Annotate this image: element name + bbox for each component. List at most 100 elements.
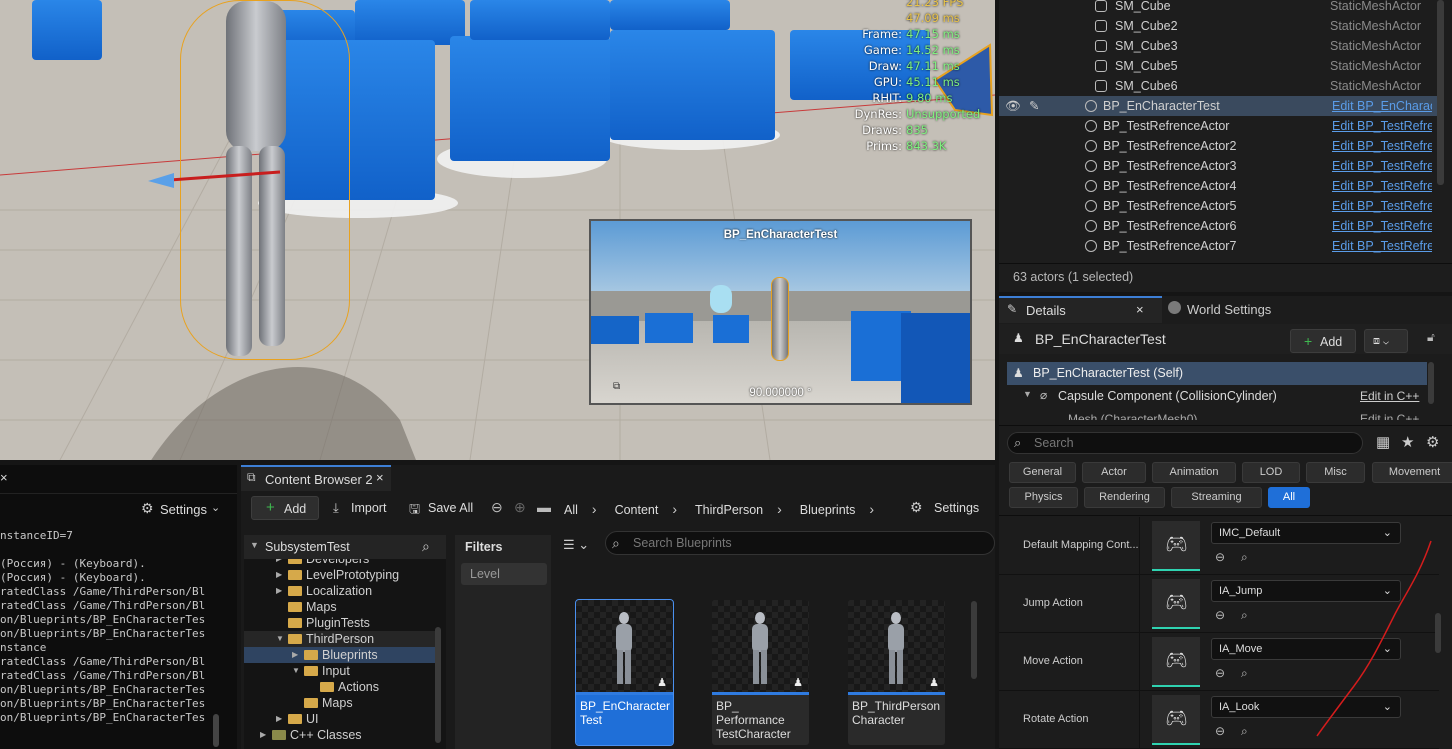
edit-blueprint-link[interactable]: Edit BP_TestRefre (1332, 176, 1432, 196)
asset-thumbnail[interactable]: 🎮︎ (1152, 637, 1200, 687)
tab-world-settings[interactable]: World Settings (1165, 296, 1315, 323)
tree-item[interactable]: Actions (244, 679, 440, 695)
tab-content-browser[interactable]: ⧉ Content Browser 2 × (241, 465, 391, 491)
component-mesh[interactable]: Mesh (CharacterMesh0) Edit in C++ (1007, 408, 1427, 420)
component-self[interactable]: ♟ BP_EnCharacterTest (Self) (1007, 362, 1427, 385)
outliner-row[interactable]: SM_Cube5 StaticMeshActor (999, 56, 1439, 76)
outliner-row[interactable]: BP_TestRefrenceActor Edit BP_TestRefre (999, 116, 1439, 136)
tree-item[interactable]: ▶ UI (244, 711, 440, 727)
asset-scrollbar[interactable] (971, 601, 977, 679)
filter-actor[interactable]: Actor (1082, 462, 1146, 483)
edit-blueprint-link[interactable]: Edit BP_EnCharac (1332, 96, 1432, 116)
component-capsule[interactable]: ▼ ⌀ Capsule Component (CollisionCylinder… (1007, 386, 1427, 408)
lock-icon[interactable]: 🔓︎ (1427, 330, 1435, 345)
edit-blueprint-link[interactable]: Edit BP_TestRefre (1332, 136, 1432, 156)
asset-search-input[interactable]: ⌕ Search Blueprints (605, 531, 995, 555)
filter-streaming[interactable]: Streaming (1171, 487, 1262, 508)
breadcrumb-item[interactable]: Blueprints (800, 503, 856, 517)
tree-item[interactable]: ▼ ThirdPerson (244, 631, 440, 647)
outliner-row[interactable]: 👁︎ ✎ BP_EnCharacterTest Edit BP_EnCharac (999, 96, 1439, 116)
outliner-row[interactable]: BP_TestRefrenceActor4 Edit BP_TestRefre (999, 176, 1439, 196)
filter-general[interactable]: General (1009, 462, 1076, 483)
edit-blueprint-link[interactable]: Edit BP_TestRefre (1332, 116, 1432, 136)
level-viewport[interactable]: 21.23 FPS 47.09 ms Frame: 47.15 ms Game: 14.5… (0, 0, 995, 460)
filter-movement[interactable]: Movement (1372, 462, 1452, 483)
outliner-row[interactable]: SM_Cube3 StaticMeshActor (999, 36, 1439, 56)
blueprint-options-button[interactable]: ⧈ ⌄ (1364, 329, 1408, 353)
expander-icon[interactable]: ▶ (260, 727, 266, 743)
outliner-row[interactable]: SM_Cube StaticMeshActor (999, 0, 1439, 16)
use-selected-icon[interactable]: ⊖ (1215, 550, 1229, 564)
outliner-row[interactable]: BP_TestRefrenceActor2 Edit BP_TestRefre (999, 136, 1439, 156)
transform-gizmo[interactable] (140, 160, 290, 200)
asset-tile[interactable]: ♟ BP_ Performance TestCharacter (712, 600, 809, 745)
filter-physics[interactable]: Physics (1009, 487, 1078, 508)
tree-item[interactable]: Maps (244, 695, 440, 711)
eye-icon[interactable]: 👁︎ (1005, 96, 1021, 116)
edit-in-cpp-link[interactable]: Edit in C++ (1360, 412, 1419, 420)
filter-icon[interactable]: ☰ ⌄ (563, 537, 589, 553)
close-icon[interactable]: × (0, 470, 8, 485)
edit-blueprint-link[interactable]: Edit BP_TestRefre (1332, 196, 1432, 216)
tree-item[interactable]: ▼ Input (244, 663, 440, 679)
expander-icon[interactable]: ▼ (276, 631, 284, 647)
browse-icon[interactable]: ⌕ (1241, 724, 1255, 738)
tab-details[interactable]: ✎ Details × (999, 296, 1162, 323)
components-scrollbar[interactable] (1428, 362, 1434, 404)
tree-scrollbar[interactable] (435, 627, 441, 743)
browse-icon[interactable]: ⌕ (1241, 666, 1255, 680)
outliner-row[interactable]: SM_Cube2 StaticMeshActor (999, 16, 1439, 36)
forward-icon[interactable]: ⊕ (514, 499, 526, 516)
use-selected-icon[interactable]: ⊖ (1215, 724, 1229, 738)
asset-thumbnail[interactable]: 🎮︎ (1152, 521, 1200, 571)
add-button[interactable]: + Add (251, 496, 319, 520)
outliner-scrollbar[interactable] (1437, 0, 1444, 185)
edit-blueprint-link[interactable]: Edit BP_TestRefre (1332, 216, 1432, 236)
log-scrollbar[interactable] (213, 714, 219, 747)
tree-item[interactable]: ▶ Blueprints (244, 647, 440, 663)
gear-icon[interactable]: ⚙ (1426, 433, 1439, 451)
outliner-row[interactable]: SM_Cube6 StaticMeshActor (999, 76, 1439, 96)
edit-in-cpp-link[interactable]: Edit in C++ (1360, 389, 1419, 403)
close-icon[interactable]: × (1136, 302, 1144, 317)
breadcrumb-item[interactable]: Content (615, 503, 659, 517)
asset-tile[interactable]: ♟ BP_ThirdPerson Character (848, 600, 945, 745)
edit-blueprint-link[interactable]: Edit BP_TestRefre (1332, 236, 1432, 256)
asset-tile[interactable]: ♟ BP_EnCharacter Test (575, 599, 674, 746)
add-component-button[interactable]: + Add (1290, 329, 1356, 353)
asset-thumbnail[interactable]: 🎮︎ (1152, 579, 1200, 629)
expander-icon[interactable]: ▶ (292, 647, 298, 663)
tree-item[interactable]: ▶ Developers (244, 559, 440, 567)
browse-icon[interactable]: ⌕ (1241, 608, 1255, 622)
tree-item[interactable]: Maps (244, 599, 440, 615)
star-icon[interactable]: ★ (1401, 433, 1414, 451)
filter-rendering[interactable]: Rendering (1084, 487, 1165, 508)
tree-item[interactable]: ▶ Localization (244, 583, 440, 599)
tree-item[interactable]: PluginTests (244, 615, 440, 631)
edit-blueprint-link[interactable]: Edit BP_TestRefre (1332, 156, 1432, 176)
pin-icon[interactable]: ✎ (1029, 96, 1039, 116)
filter-level[interactable]: Level (461, 563, 547, 585)
tree-item[interactable]: ▶ C++ Classes (244, 727, 440, 743)
breadcrumb-item[interactable]: All (564, 503, 578, 517)
back-icon[interactable]: ⊖ (491, 499, 503, 516)
search-icon[interactable]: ⌕ (422, 538, 430, 555)
browse-icon[interactable]: ⌕ (1241, 550, 1255, 564)
outliner-row[interactable]: BP_TestRefrenceActor7 Edit BP_TestRefre (999, 236, 1439, 256)
tree-item[interactable]: ▶ LevelPrototyping (244, 567, 440, 583)
use-selected-icon[interactable]: ⊖ (1215, 608, 1229, 622)
outliner-row[interactable]: BP_TestRefrenceActor3 Edit BP_TestRefre (999, 156, 1439, 176)
outliner-row[interactable]: BP_TestRefrenceActor6 Edit BP_TestRefre (999, 216, 1439, 236)
asset-thumbnail[interactable]: 🎮︎ (1152, 695, 1200, 745)
tree-root[interactable]: ▼ SubsystemTest ⌕ (244, 535, 446, 559)
details-search-input[interactable]: ⌕ Search (1007, 432, 1363, 454)
expander-icon[interactable]: ▼ (292, 663, 300, 679)
close-icon[interactable]: × (376, 470, 384, 485)
filter-animation[interactable]: Animation (1152, 462, 1236, 483)
expander-icon[interactable]: ▶ (276, 559, 282, 567)
filter-all[interactable]: All (1268, 487, 1310, 508)
expander-icon[interactable]: ▶ (276, 583, 282, 599)
use-selected-icon[interactable]: ⊖ (1215, 666, 1229, 680)
filter-lod[interactable]: LOD (1242, 462, 1300, 483)
breadcrumb-item[interactable]: ThirdPerson (695, 503, 763, 517)
